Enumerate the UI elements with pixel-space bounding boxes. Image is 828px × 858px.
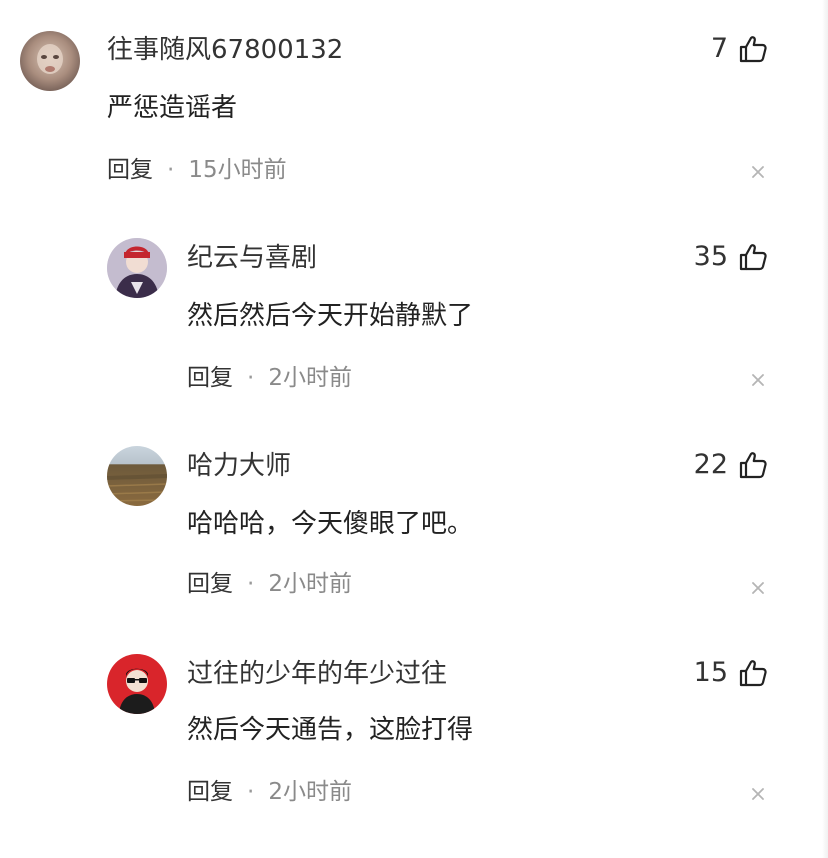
comment-author-name[interactable]: 往事随风67800132 [107, 35, 343, 65]
comment-item: 纪云与喜剧 35 然后然后今天开始静默了 回复 · 2小时前 [0, 208, 828, 416]
close-icon[interactable] [750, 164, 766, 180]
thumbs-up-icon[interactable] [738, 658, 768, 688]
comment-text: 然后然后今天开始静默了 [187, 301, 474, 331]
comment-meta: 回复 · 2小时前 [187, 778, 352, 806]
comment-list: 往事随风67800132 7 严惩造谣者 回复 · 15小时前 纪云与喜剧 35… [0, 0, 828, 858]
like-button[interactable]: 22 [694, 448, 768, 482]
avatar-image [107, 654, 167, 714]
reply-button[interactable]: 回复 [187, 570, 233, 598]
thumbs-up-icon[interactable] [738, 34, 768, 64]
comment-text: 然后今天通告，这脸打得 [187, 715, 474, 745]
separator-dot: · [247, 571, 255, 597]
comment-author-name[interactable]: 哈力大师 [187, 451, 291, 481]
page-edge [822, 0, 828, 858]
avatar-image [107, 446, 167, 506]
comment-meta: 回复 · 2小时前 [187, 570, 352, 598]
comment-author-name[interactable]: 纪云与喜剧 [187, 243, 317, 273]
close-icon[interactable] [750, 372, 766, 388]
comment-meta: 回复 · 15小时前 [107, 156, 287, 184]
like-count: 35 [693, 241, 728, 272]
reply-button[interactable]: 回复 [187, 364, 233, 392]
separator-dot: · [247, 365, 255, 391]
comment-item: 往事随风67800132 7 严惩造谣者 回复 · 15小时前 [0, 0, 828, 208]
close-icon[interactable] [750, 786, 766, 802]
comment-timestamp: 2小时前 [268, 571, 352, 597]
comment-text: 严惩造谣者 [107, 93, 238, 123]
comment-item: 过往的少年的年少过往 15 然后今天通告，这脸打得 回复 · 2小时前 [0, 624, 828, 832]
comment-timestamp: 15小时前 [188, 157, 287, 183]
thumbs-up-icon[interactable] [738, 242, 768, 272]
comment-meta: 回复 · 2小时前 [187, 364, 352, 392]
comment-item: 哈力大师 22 哈哈哈，今天傻眼了吧。 回复 · 2小时前 [0, 416, 828, 624]
separator-dot: · [247, 779, 255, 805]
like-count: 22 [693, 449, 728, 480]
close-icon[interactable] [750, 580, 766, 596]
like-count: 7 [710, 33, 728, 64]
like-button[interactable]: 15 [694, 656, 768, 690]
like-button[interactable]: 35 [694, 240, 768, 274]
comment-text: 哈哈哈，今天傻眼了吧。 [187, 509, 474, 539]
avatar[interactable] [20, 31, 80, 91]
comment-author-name[interactable]: 过往的少年的年少过往 [187, 659, 447, 689]
avatar[interactable] [107, 238, 167, 298]
comment-timestamp: 2小时前 [268, 779, 352, 805]
avatar-image [107, 238, 167, 298]
reply-button[interactable]: 回复 [107, 156, 153, 184]
thumbs-up-icon[interactable] [738, 450, 768, 480]
reply-button[interactable]: 回复 [187, 778, 233, 806]
comment-timestamp: 2小时前 [268, 365, 352, 391]
avatar[interactable] [107, 446, 167, 506]
like-button[interactable]: 7 [711, 32, 768, 66]
like-count: 15 [693, 657, 728, 688]
separator-dot: · [167, 157, 175, 183]
avatar-image [20, 31, 80, 91]
avatar[interactable] [107, 654, 167, 714]
